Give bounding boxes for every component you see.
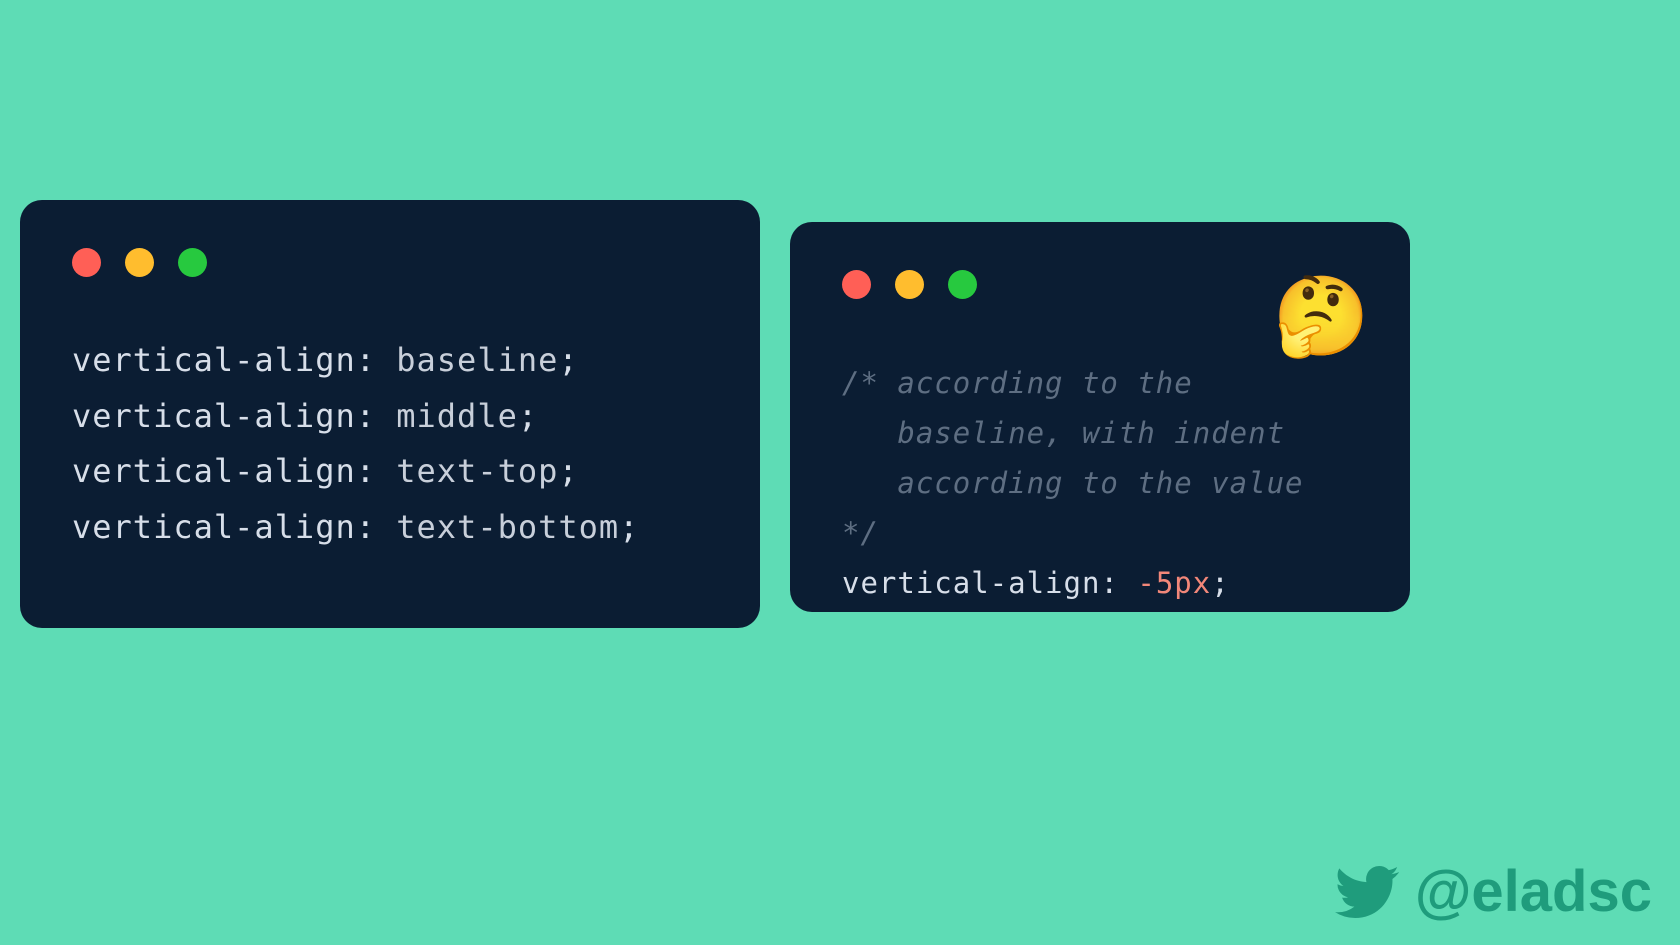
css-colon: : [1100, 566, 1137, 600]
twitter-icon [1335, 860, 1399, 924]
code-line: vertical-align: -5px; [842, 559, 1358, 609]
css-property: vertical-align [72, 341, 356, 379]
code-window-left: vertical-align: baseline; vertical-align… [20, 200, 760, 628]
css-value: text-top [396, 452, 558, 490]
css-semicolon: ; [518, 397, 538, 435]
css-property: vertical-align [72, 397, 356, 435]
attribution: @eladsc [1335, 858, 1652, 925]
css-value: text-bottom [396, 508, 619, 546]
css-colon: : [356, 397, 397, 435]
close-icon [72, 248, 101, 277]
css-property: vertical-align [842, 566, 1100, 600]
code-window-right: 🤔 /* according to the baseline, with ind… [790, 222, 1410, 612]
close-icon [842, 270, 871, 299]
minimize-icon [125, 248, 154, 277]
css-comment: according to the value */ [842, 459, 1358, 559]
code-line: vertical-align: text-top; [72, 444, 708, 500]
maximize-icon [948, 270, 977, 299]
code-block: /* according to the baseline, with inden… [842, 359, 1358, 608]
css-value: -5px [1137, 566, 1211, 600]
thinking-face-icon: 🤔 [1273, 272, 1370, 363]
code-line: vertical-align: text-bottom; [72, 500, 708, 556]
code-block: vertical-align: baseline; vertical-align… [72, 333, 708, 556]
css-property: vertical-align [72, 452, 356, 490]
css-value: middle [396, 397, 518, 435]
css-semicolon: ; [558, 452, 578, 490]
css-value: baseline [396, 341, 558, 379]
traffic-lights [72, 248, 708, 277]
css-colon: : [356, 452, 397, 490]
css-semicolon: ; [1211, 566, 1229, 600]
code-line: vertical-align: baseline; [72, 333, 708, 389]
css-comment: baseline, with indent [842, 409, 1358, 459]
css-colon: : [356, 341, 397, 379]
css-comment: /* according to the [842, 359, 1358, 409]
css-property: vertical-align [72, 508, 356, 546]
css-colon: : [356, 508, 397, 546]
maximize-icon [178, 248, 207, 277]
css-semicolon: ; [558, 341, 578, 379]
code-line: vertical-align: middle; [72, 389, 708, 445]
css-semicolon: ; [619, 508, 639, 546]
minimize-icon [895, 270, 924, 299]
twitter-handle: @eladsc [1415, 858, 1652, 925]
